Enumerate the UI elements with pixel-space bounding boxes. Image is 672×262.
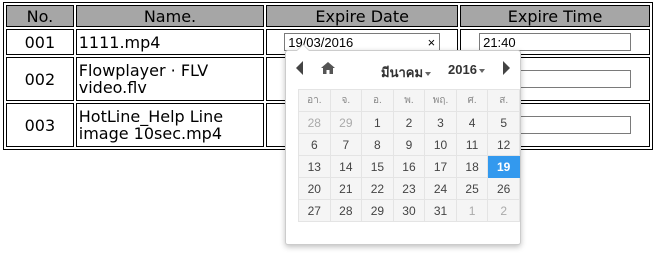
weekday-label: จ. [329,89,363,112]
row-name: Flowplayer · FLV video.flv [75,57,265,101]
day-cell[interactable]: 21 [329,177,363,200]
weekday-label: ศ. [455,89,489,112]
header-name: Name. [75,5,265,27]
day-cell[interactable]: 12 [487,133,520,156]
row-no: 001 [6,29,74,55]
month-label: มีนาคม [381,65,424,80]
weekday-label: ส. [487,89,520,112]
day-cell[interactable]: 13 [298,155,331,178]
weekday-label: พ. [392,89,426,112]
month-select[interactable]: มีนาคม [381,62,432,83]
date-picker-header: มีนาคม 2016 [286,59,520,81]
row-name: HotLine_Help Line image 10sec.mp4 [75,103,265,147]
day-cell[interactable]: 27 [298,199,331,222]
week-row: 27 28 29 30 31 1 2 [298,199,520,222]
day-cell[interactable]: 8 [361,133,394,156]
row-name: 1111.mp4 [75,29,265,55]
weekday-label: อา. [298,89,331,112]
day-cell[interactable]: 18 [455,155,489,178]
day-cell[interactable]: 22 [361,177,394,200]
weekday-label: อ. [361,89,394,112]
date-picker-popup: มีนาคม 2016 อา. จ. อ. พ. พฤ. ศ. ส. 28 29… [285,44,521,245]
next-month-icon[interactable] [503,61,510,75]
day-cell[interactable]: 31 [424,199,457,222]
day-cell[interactable]: 2 [392,111,426,134]
weekday-label: พฤ. [424,89,457,112]
day-cell[interactable]: 26 [487,177,520,200]
week-row: 20 21 22 23 24 25 26 [298,177,520,200]
week-row: 6 7 8 9 10 11 12 [298,133,520,156]
day-cell[interactable]: 25 [455,177,489,200]
year-label: 2016 [448,62,477,77]
day-cell[interactable]: 3 [424,111,457,134]
day-cell[interactable]: 1 [455,199,489,222]
year-caret-icon [478,68,485,73]
day-cell[interactable]: 24 [424,177,457,200]
expire-time-input[interactable]: 21:40 [479,33,632,51]
day-cell[interactable]: 20 [298,177,331,200]
row-no: 002 [6,57,74,101]
calendar-grid: อา. จ. อ. พ. พฤ. ศ. ส. 28 29 1 2 3 4 5 6… [298,89,520,222]
week-row: 13 14 15 16 17 18 19 [298,155,520,178]
table-header-row: No. Name. Expire Date Expire Time [6,5,650,27]
year-select[interactable]: 2016 [448,62,485,77]
day-cell[interactable]: 9 [392,133,426,156]
day-cell[interactable]: 16 [392,155,426,178]
row-no: 003 [6,103,74,147]
home-icon[interactable] [320,61,336,78]
day-cell[interactable]: 6 [298,133,331,156]
day-cell[interactable]: 29 [329,111,363,134]
day-cell[interactable]: 28 [329,199,363,222]
day-cell[interactable]: 4 [455,111,489,134]
day-cell[interactable]: 11 [455,133,489,156]
header-expire-date: Expire Date [266,5,459,27]
selected-day-cell[interactable]: 19 [487,155,520,178]
header-expire-time: Expire Time [460,5,650,27]
day-cell[interactable]: 30 [392,199,426,222]
header-no: No. [6,5,74,27]
day-cell[interactable]: 14 [329,155,363,178]
day-cell[interactable]: 28 [298,111,331,134]
previous-month-icon[interactable] [296,61,303,75]
day-cell[interactable]: 2 [487,199,520,222]
day-cell[interactable]: 7 [329,133,363,156]
day-cell[interactable]: 17 [424,155,457,178]
day-cell[interactable]: 23 [392,177,426,200]
day-cell[interactable]: 5 [487,111,520,134]
day-cell[interactable]: 10 [424,133,457,156]
weekday-row: อา. จ. อ. พ. พฤ. ศ. ส. [298,89,520,112]
day-cell[interactable]: 15 [361,155,394,178]
day-cell[interactable]: 1 [361,111,394,134]
day-cell[interactable]: 29 [361,199,394,222]
month-caret-icon [425,71,432,76]
week-row: 28 29 1 2 3 4 5 [298,111,520,134]
